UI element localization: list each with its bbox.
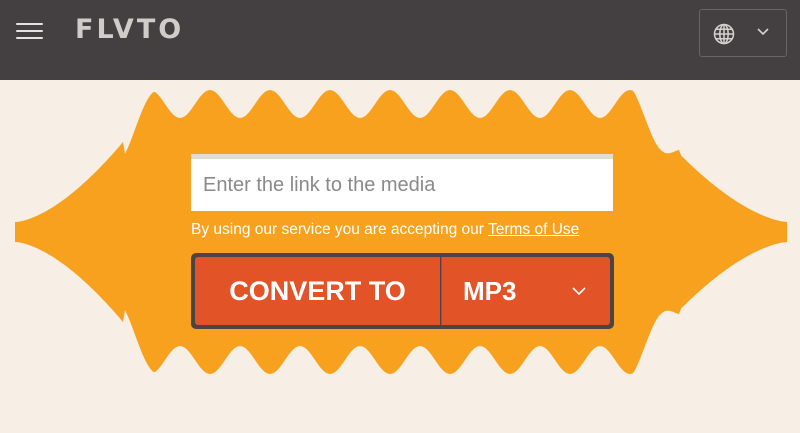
top-header: FLVTO	[0, 0, 800, 80]
convert-control: CONVERT TO MP3	[191, 253, 614, 329]
globe-icon	[713, 23, 735, 45]
chevron-down-icon	[572, 287, 586, 296]
terms-text: By using our service you are accepting o…	[191, 221, 488, 238]
site-logo[interactable]: FLVTO	[75, 14, 184, 45]
language-select-button[interactable]	[699, 9, 787, 57]
menu-icon-line	[16, 30, 43, 32]
menu-icon-line	[16, 37, 43, 39]
terms-notice: By using our service you are accepting o…	[191, 221, 579, 239]
menu-icon-line	[16, 23, 43, 25]
hamburger-menu-button[interactable]	[16, 21, 43, 41]
format-selected-value: MP3	[463, 276, 517, 306]
format-dropdown[interactable]: MP3	[441, 257, 610, 325]
terms-of-use-link[interactable]: Terms of Use	[488, 221, 579, 238]
media-link-input[interactable]	[191, 154, 613, 211]
convert-button[interactable]: CONVERT TO	[195, 257, 440, 325]
chevron-down-icon	[757, 28, 769, 36]
